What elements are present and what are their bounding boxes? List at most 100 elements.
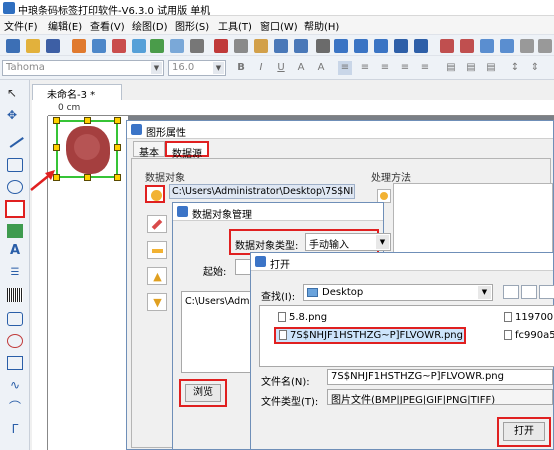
save-icon[interactable] bbox=[46, 39, 60, 53]
italic-icon[interactable]: I bbox=[254, 61, 268, 75]
database-icon[interactable] bbox=[150, 39, 164, 53]
move-up-button[interactable]: ▲ bbox=[147, 267, 167, 285]
seal-tool-icon[interactable] bbox=[7, 334, 23, 348]
add-method-button[interactable] bbox=[377, 189, 391, 203]
move-down-button[interactable]: ▼ bbox=[147, 293, 167, 311]
copy-icon[interactable] bbox=[234, 39, 248, 53]
up-folder-icon[interactable] bbox=[521, 285, 537, 299]
look-in-select[interactable]: Desktop ▼ bbox=[303, 284, 493, 301]
distribute-icon[interactable] bbox=[460, 39, 474, 53]
menu-help[interactable]: 帮助(H) bbox=[304, 18, 339, 33]
distribute-text-icon[interactable]: ≡ bbox=[418, 61, 432, 75]
valign-bottom-icon[interactable]: ▤ bbox=[484, 61, 498, 75]
data-list-box[interactable]: C:\Users\Adm bbox=[181, 291, 255, 373]
resize-handle[interactable] bbox=[114, 144, 121, 151]
curve-tool-icon[interactable]: ∿ bbox=[7, 378, 23, 392]
valign-top-icon[interactable]: ▤ bbox=[444, 61, 458, 75]
arc-tool-icon[interactable]: ⌒ bbox=[7, 400, 23, 414]
menu-file[interactable]: 文件(F) bbox=[4, 18, 38, 33]
delete-data-object-button[interactable] bbox=[147, 241, 167, 259]
subscript-icon[interactable]: A bbox=[314, 61, 328, 75]
paste-icon[interactable] bbox=[254, 39, 268, 53]
add-data-object-button[interactable] bbox=[145, 185, 165, 203]
superscript-icon[interactable]: A bbox=[294, 61, 308, 75]
ungroup-icon[interactable] bbox=[500, 39, 514, 53]
tab-basic[interactable]: 基本 bbox=[133, 141, 165, 159]
underline-icon[interactable]: U bbox=[274, 61, 288, 75]
file-item[interactable]: 5.8.png bbox=[278, 312, 327, 323]
resize-handle[interactable] bbox=[114, 117, 121, 124]
valign-middle-icon[interactable]: ▤ bbox=[464, 61, 478, 75]
back-icon[interactable] bbox=[503, 285, 519, 299]
open-icon[interactable] bbox=[26, 39, 40, 53]
line-spacing-icon[interactable]: ⇕ bbox=[528, 61, 542, 75]
lock-icon[interactable] bbox=[520, 39, 534, 53]
menu-tools[interactable]: 工具(T) bbox=[218, 18, 252, 33]
data-object-type-select[interactable]: 手动输入 ▼ bbox=[305, 233, 391, 251]
filetype-select[interactable]: 图片文件(BMP|JPEG|GIF|PNG|TIFF) bbox=[327, 389, 553, 405]
tab-data-source[interactable]: 数据源 bbox=[165, 141, 209, 160]
zoom-icon[interactable] bbox=[374, 39, 388, 53]
print-setup-icon[interactable] bbox=[72, 39, 86, 53]
stamp-image-object[interactable] bbox=[53, 117, 121, 181]
actual-size-icon[interactable] bbox=[414, 39, 428, 53]
data-object-list[interactable]: C:\Users\Administrator\Desktop\7S$NI bbox=[169, 184, 355, 199]
bold-icon[interactable]: B bbox=[234, 61, 248, 75]
fit-page-icon[interactable] bbox=[394, 39, 408, 53]
file-list[interactable]: 5.8.png 7S$NHJF1HSTHZG~P]FLVOWR.png 1197… bbox=[259, 305, 554, 367]
align-right-icon[interactable]: ≡ bbox=[378, 61, 392, 75]
file-item-selected[interactable]: 7S$NHJF1HSTHZG~P]FLVOWR.png bbox=[274, 327, 466, 344]
align-center-icon[interactable]: ≡ bbox=[358, 61, 372, 75]
line-tool-icon[interactable] bbox=[6, 132, 24, 148]
data-icon[interactable] bbox=[170, 39, 184, 53]
menu-view[interactable]: 查看(V) bbox=[90, 18, 125, 33]
align-left-icon[interactable]: ≡ bbox=[338, 61, 352, 75]
justify-icon[interactable]: ≡ bbox=[398, 61, 412, 75]
grid-icon[interactable] bbox=[190, 39, 204, 53]
new-folder-icon[interactable] bbox=[539, 285, 554, 299]
preview-icon[interactable] bbox=[132, 39, 146, 53]
unlock-icon[interactable] bbox=[538, 39, 552, 53]
font-family-select[interactable]: Tahoma ▼ bbox=[2, 60, 164, 76]
page-setup-icon[interactable] bbox=[92, 39, 106, 53]
menu-shape[interactable]: 图形(S) bbox=[175, 18, 209, 33]
resize-handle[interactable] bbox=[84, 117, 91, 124]
zoom-in-icon[interactable] bbox=[334, 39, 348, 53]
print-icon[interactable] bbox=[112, 39, 126, 53]
ellipse-tool-icon[interactable] bbox=[7, 180, 23, 194]
font-size-select[interactable]: 16.0 ▼ bbox=[168, 60, 226, 76]
file-item[interactable]: fc990a5 bbox=[504, 330, 554, 341]
cut-icon[interactable] bbox=[214, 39, 228, 53]
browse-button[interactable]: 浏览 bbox=[185, 384, 221, 402]
open-button[interactable]: 打开 bbox=[503, 422, 545, 441]
barcode-tool-icon[interactable] bbox=[7, 288, 23, 302]
pointer-icon[interactable]: ↖ bbox=[7, 86, 23, 100]
pan-icon[interactable]: ✥ bbox=[7, 108, 23, 122]
image-tool-icon[interactable] bbox=[5, 200, 25, 218]
text-tool-icon[interactable]: A bbox=[7, 244, 23, 258]
group-icon[interactable] bbox=[480, 39, 494, 53]
align-icon[interactable] bbox=[440, 39, 454, 53]
resize-handle[interactable] bbox=[114, 174, 121, 181]
resize-handle[interactable] bbox=[53, 117, 60, 124]
polyline-tool-icon[interactable]: ᒥ bbox=[7, 422, 23, 436]
edit-data-object-button[interactable] bbox=[147, 215, 167, 233]
zoom-out-icon[interactable] bbox=[354, 39, 368, 53]
new-icon[interactable] bbox=[6, 39, 20, 53]
redo-icon[interactable] bbox=[294, 39, 308, 53]
table-tool-icon[interactable] bbox=[7, 356, 23, 370]
resize-handle[interactable] bbox=[53, 144, 60, 151]
menu-window[interactable]: 窗口(W) bbox=[260, 18, 298, 33]
file-item[interactable]: 119700 bbox=[504, 312, 553, 323]
delete-icon[interactable] bbox=[316, 39, 330, 53]
menu-edit[interactable]: 编辑(E) bbox=[48, 18, 82, 33]
button-shape-icon[interactable] bbox=[7, 312, 23, 326]
picture-icon[interactable] bbox=[7, 224, 23, 238]
document-tab[interactable]: 未命名-3 * bbox=[32, 84, 122, 101]
rectangle-tool-icon[interactable] bbox=[7, 158, 23, 172]
text-direction-icon[interactable]: ↕ bbox=[508, 61, 522, 75]
undo-icon[interactable] bbox=[274, 39, 288, 53]
filename-input[interactable]: 7S$NHJF1HSTHZG~P]FLVOWR.png bbox=[327, 369, 553, 385]
paragraph-tool-icon[interactable]: ☰ bbox=[7, 266, 23, 280]
resize-handle[interactable] bbox=[84, 174, 91, 181]
